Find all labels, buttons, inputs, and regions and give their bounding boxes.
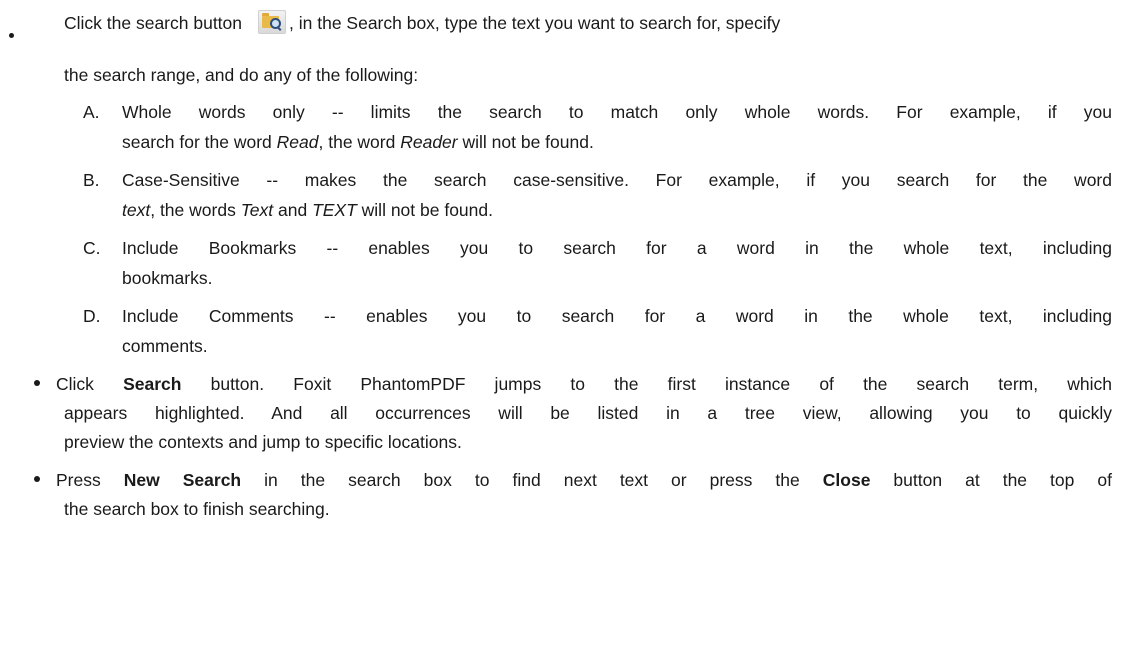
document-page: Click the search button, in the Search b… xyxy=(0,0,1126,650)
bullet-marker xyxy=(34,476,40,482)
option-letter: A. xyxy=(83,102,100,122)
bullet-marker xyxy=(34,380,40,386)
bullet2-line2: appears highlighted. And all occurrences… xyxy=(64,403,1112,423)
option-letter: C. xyxy=(83,238,101,258)
option-letter: D. xyxy=(83,306,101,326)
search-button-icon xyxy=(258,10,287,34)
option-a-line2: search for the word Read, the word Reade… xyxy=(122,132,594,152)
bullet1-line1: Click the search button, in the Search b… xyxy=(64,10,780,35)
bullet2-line1: Click Search button. Foxit PhantomPDF ju… xyxy=(56,374,1112,394)
bullet3-line1: Press New Search in the search box to fi… xyxy=(56,470,1112,490)
bullet-marker xyxy=(9,33,14,38)
option-d-line2: comments. xyxy=(122,336,208,356)
bullet2-line3: preview the contexts and jump to specifi… xyxy=(64,432,462,452)
option-b-line1: Case-Sensitive -- makes the search case-… xyxy=(122,170,1112,190)
option-c-line2: bookmarks. xyxy=(122,268,213,288)
bullet1-line2: the search range, and do any of the foll… xyxy=(64,65,419,85)
bullet3-line2: the search box to finish searching. xyxy=(64,499,330,519)
option-b-line2: text, the words Text and TEXT will not b… xyxy=(122,200,493,220)
option-a-line1: Whole words only -- limits the search to… xyxy=(122,102,1112,122)
option-c-line1: Include Bookmarks -- enables you to sear… xyxy=(122,238,1112,258)
option-d-line1: Include Comments -- enables you to searc… xyxy=(122,306,1112,326)
option-letter: B. xyxy=(83,170,100,190)
